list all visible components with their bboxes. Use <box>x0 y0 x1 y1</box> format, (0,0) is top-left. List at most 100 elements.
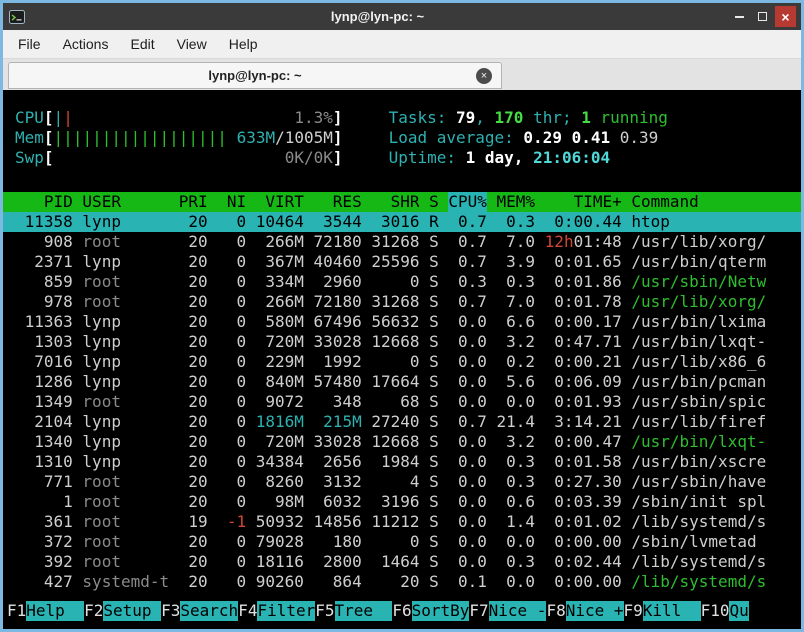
menu-file[interactable]: File <box>7 30 52 58</box>
cell-mem: 7.0 <box>497 232 536 252</box>
process-row[interactable]: 7016lynp200229M19920S0.00.20:00.21/usr/l… <box>3 352 801 372</box>
column-header-s[interactable]: S <box>429 192 439 212</box>
process-row[interactable]: 427systemd-t2009026086420S0.10.00:00.00/… <box>3 572 801 592</box>
column-header-ni[interactable]: NI <box>217 192 246 212</box>
terminal-tab[interactable]: lynp@lyn-pc: ~ × <box>8 62 502 89</box>
process-row[interactable]: 1303lynp200720M3302812668S0.03.20:47.71/… <box>3 332 801 352</box>
column-header-pid[interactable]: PID <box>15 192 73 212</box>
fn-label-f3[interactable]: Search <box>180 601 238 621</box>
column-header-cmd[interactable]: Command <box>631 192 698 212</box>
column-header-cpu[interactable]: CPU% <box>448 192 487 212</box>
cell-res: 14856 <box>314 512 362 532</box>
fn-key-f10[interactable]: F10 <box>701 601 730 621</box>
text-segment: 0.29 <box>523 128 571 147</box>
cell-cmd: htop <box>631 212 670 232</box>
column-header-shr[interactable]: SHR <box>371 192 419 212</box>
process-row[interactable]: 372root200790281800S0.00.00:00.00/sbin/l… <box>3 532 801 552</box>
fn-label-f2[interactable]: Setup <box>103 601 161 621</box>
cell-time: 0:01.58 <box>545 452 622 472</box>
cell-pri: 20 <box>179 232 208 252</box>
process-row[interactable]: 771root200826031324S0.00.30:27.30/usr/sb… <box>3 472 801 492</box>
mem-meter: Mem[|||||||||||||||||| 633M/1005M] <box>15 128 343 148</box>
cell-shr: 0 <box>371 352 419 372</box>
process-row[interactable]: 1310lynp2003438426561984S0.00.30:01.58/u… <box>3 452 801 472</box>
process-row[interactable]: 1340lynp200720M3302812668S0.03.20:00.47/… <box>3 432 801 452</box>
process-row[interactable]: 2371lynp200367M4046025596S0.73.90:01.65/… <box>3 252 801 272</box>
maximize-button[interactable] <box>752 6 773 27</box>
fn-label-f4[interactable]: Filter <box>257 601 315 621</box>
fn-label-f10[interactable]: Qu <box>729 601 748 621</box>
cell-ni: 0 <box>217 432 246 452</box>
cell-pri: 20 <box>179 492 208 512</box>
fn-key-f1[interactable]: F1 <box>7 601 26 621</box>
menu-actions[interactable]: Actions <box>52 30 120 58</box>
fn-label-f5[interactable]: Tree <box>335 601 393 621</box>
cell-time: 0:00.47 <box>545 432 622 452</box>
process-row[interactable]: 392root2001811628001464S0.00.30:02.44/li… <box>3 552 801 572</box>
cell-virt: 34384 <box>256 452 304 472</box>
fn-key-f7[interactable]: F7 <box>469 601 488 621</box>
cell-pri: 20 <box>179 212 208 232</box>
cell-pid: 1349 <box>15 392 73 412</box>
column-header-user[interactable]: USER <box>82 192 169 212</box>
process-row-selected[interactable]: 11358lynp2001046435443016R0.70.30:00.44h… <box>3 212 801 232</box>
cell-shr: 0 <box>371 532 419 552</box>
cell-cpu: 0.7 <box>448 232 487 252</box>
terminal-screen: CPU[|| 1.3%] Mem[|||||||||||||||||| 633M… <box>3 90 801 629</box>
menu-view[interactable]: View <box>166 30 218 58</box>
tab-close-icon[interactable]: × <box>476 68 492 84</box>
cell-virt: 90260 <box>256 572 304 592</box>
text-segment: Uptime: <box>389 148 466 167</box>
cell-cmd: /sbin/init spl <box>631 492 766 512</box>
fn-key-f9[interactable]: F9 <box>624 601 643 621</box>
cell-time: 0:00.00 <box>545 532 622 552</box>
cell-shr: 12668 <box>371 332 419 352</box>
cell-ni: 0 <box>217 472 246 492</box>
process-row[interactable]: 1349root200907234868S0.00.00:01.93/usr/s… <box>3 392 801 412</box>
fn-key-f2[interactable]: F2 <box>84 601 103 621</box>
cell-virt: 9072 <box>256 392 304 412</box>
process-row[interactable]: 1root20098M60323196S0.00.60:03.39/sbin/i… <box>3 492 801 512</box>
fn-label-f6[interactable]: SortBy <box>412 601 470 621</box>
column-header-pri[interactable]: PRI <box>179 192 208 212</box>
fn-key-f6[interactable]: F6 <box>392 601 411 621</box>
cell-pri: 20 <box>179 532 208 552</box>
menu-help[interactable]: Help <box>218 30 269 58</box>
cell-shr: 56632 <box>371 312 419 332</box>
menu-edit[interactable]: Edit <box>119 30 165 58</box>
process-row[interactable]: 978root200266M7218031268S0.77.00:01.78/u… <box>3 292 801 312</box>
minimize-button[interactable] <box>729 6 750 27</box>
cell-time: 3:14.21 <box>545 412 622 432</box>
cell-mem: 7.0 <box>497 292 536 312</box>
cell-ni: 0 <box>217 312 246 332</box>
cell-res: 348 <box>314 392 362 412</box>
process-row[interactable]: 361root19-1509321485611212S0.01.40:01.02… <box>3 512 801 532</box>
column-header-res[interactable]: RES <box>314 192 362 212</box>
cell-pri: 20 <box>179 552 208 572</box>
column-header-time[interactable]: TIME+ <box>545 192 622 212</box>
fn-key-f4[interactable]: F4 <box>238 601 257 621</box>
close-button[interactable]: × <box>775 6 796 27</box>
terminal-app-icon[interactable] <box>8 8 26 26</box>
fn-label-f9[interactable]: Kill <box>643 601 701 621</box>
column-header-virt[interactable]: VIRT <box>256 192 304 212</box>
fn-label-f8[interactable]: Nice + <box>566 601 624 621</box>
cell-virt: 720M <box>256 432 304 452</box>
fn-label-f1[interactable]: Help <box>26 601 84 621</box>
fn-key-f3[interactable]: F3 <box>161 601 180 621</box>
cell-time: 12h01:48 <box>545 232 622 252</box>
fn-key-f5[interactable]: F5 <box>315 601 334 621</box>
process-row[interactable]: 1286lynp200840M5748017664S0.05.60:06.09/… <box>3 372 801 392</box>
process-row[interactable]: 859root200334M29600S0.30.30:01.86/usr/sb… <box>3 272 801 292</box>
column-header-mem[interactable]: MEM% <box>497 192 536 212</box>
process-row[interactable]: 11363lynp200580M6749656632S0.06.60:00.17… <box>3 312 801 332</box>
process-row[interactable]: 908root200266M7218031268S0.77.012h01:48/… <box>3 232 801 252</box>
process-row[interactable]: 2104lynp2001816M215M27240S0.721.43:14.21… <box>3 412 801 432</box>
fn-label-f7[interactable]: Nice - <box>489 601 547 621</box>
cell-s: S <box>429 532 439 552</box>
cell-s: S <box>429 252 439 272</box>
fn-key-f8[interactable]: F8 <box>546 601 565 621</box>
text-segment: [ <box>44 148 54 167</box>
cell-pid: 1303 <box>15 332 73 352</box>
cell-cmd: /usr/lib/xorg/ <box>631 232 766 252</box>
